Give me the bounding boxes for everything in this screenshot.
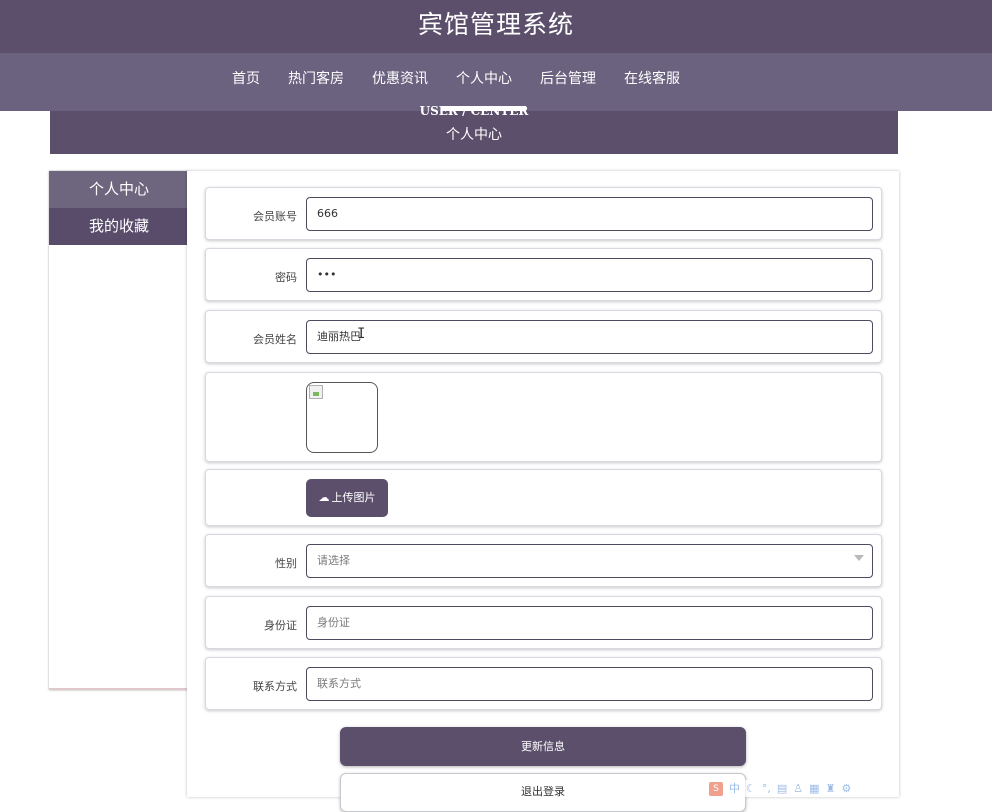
form-row-password: 密码 ••• — [205, 248, 882, 301]
site-header: 宾馆管理系统 — [0, 0, 992, 53]
banner-english-title: USER / CENTER — [419, 104, 529, 118]
form-row-gender: 性别 请选择 — [205, 534, 882, 587]
form-row-idcard: 身份证 身份证 — [205, 596, 882, 649]
moon-icon[interactable]: ☾ — [746, 780, 756, 797]
ime-mode[interactable]: 中 — [729, 780, 740, 797]
contact-label: 联系方式 — [253, 680, 297, 693]
name-input[interactable]: 迪丽热巴 — [306, 320, 873, 354]
nav-item-online-service[interactable]: 在线客服 — [610, 53, 694, 111]
grid-icon[interactable]: ▦ — [809, 780, 819, 797]
update-info-button[interactable]: 更新信息 — [340, 727, 746, 766]
nav-item-user-center[interactable]: 个人中心 — [442, 53, 526, 111]
name-label: 会员姓名 — [253, 333, 297, 346]
profile-form-panel: 会员账号 666 密码 ••• 会员姓名 迪丽热巴 ☁ 上传图片 性别 请选择 身… — [187, 171, 899, 812]
gear-icon[interactable]: ⚙ — [841, 780, 851, 797]
sidebar-item-user-center[interactable]: 个人中心 — [49, 171, 189, 208]
form-row-upload: ☁ 上传图片 — [205, 469, 882, 526]
upload-label: 上传图片 — [331, 491, 376, 504]
contact-input[interactable]: 联系方式 — [306, 667, 873, 701]
form-row-account: 会员账号 666 — [205, 187, 882, 240]
keyboard-icon[interactable]: ▤ — [777, 780, 787, 797]
account-label: 会员账号 — [253, 210, 297, 223]
sidebar: 个人中心 我的收藏 — [49, 171, 189, 690]
nav-item-home[interactable]: 首页 — [218, 53, 274, 111]
punctuation-icon[interactable]: °, — [762, 780, 771, 797]
ime-toolbar[interactable]: S 中 ☾ °, ▤ ♙ ▦ ♜ ⚙ — [705, 780, 885, 797]
broken-image-icon — [309, 385, 323, 399]
nav-item-hot-rooms[interactable]: 热门客房 — [274, 53, 358, 111]
nav-item-promotions[interactable]: 优惠资讯 — [358, 53, 442, 111]
nav-item-admin[interactable]: 后台管理 — [526, 53, 610, 111]
gender-select[interactable]: 请选择 — [306, 544, 873, 578]
avatar-image[interactable] — [306, 382, 378, 453]
shirt-icon[interactable]: ♜ — [826, 780, 836, 797]
account-input[interactable]: 666 — [306, 197, 873, 231]
gender-select-value: 请选择 — [317, 554, 350, 567]
page-banner: USER / CENTER 个人中心 — [50, 104, 898, 154]
text-cursor-icon: I — [357, 326, 366, 342]
user-icon[interactable]: ♙ — [793, 780, 803, 797]
upload-image-button[interactable]: ☁ 上传图片 — [306, 479, 388, 517]
idcard-label: 身份证 — [264, 619, 297, 632]
password-input[interactable]: ••• — [306, 258, 873, 292]
cloud-upload-icon: ☁ — [318, 491, 330, 504]
form-row-avatar — [205, 372, 882, 462]
nav-items: 首页 热门客房 优惠资讯 个人中心 后台管理 在线客服 — [218, 53, 694, 111]
idcard-input[interactable]: 身份证 — [306, 606, 873, 640]
logout-button[interactable]: 退出登录 — [340, 773, 746, 812]
main-nav: 首页 热门客房 优惠资讯 个人中心 后台管理 在线客服 — [0, 53, 992, 111]
form-row-contact: 联系方式 联系方式 — [205, 657, 882, 710]
form-row-name: 会员姓名 迪丽热巴 — [205, 310, 882, 363]
banner-title: 个人中心 — [446, 127, 502, 143]
sidebar-item-favorites[interactable]: 我的收藏 — [49, 208, 189, 245]
gender-label: 性别 — [275, 557, 297, 570]
site-title: 宾馆管理系统 — [417, 10, 574, 39]
password-label: 密码 — [275, 271, 297, 284]
ime-logo-icon: S — [709, 781, 723, 796]
chevron-down-icon — [854, 555, 864, 561]
